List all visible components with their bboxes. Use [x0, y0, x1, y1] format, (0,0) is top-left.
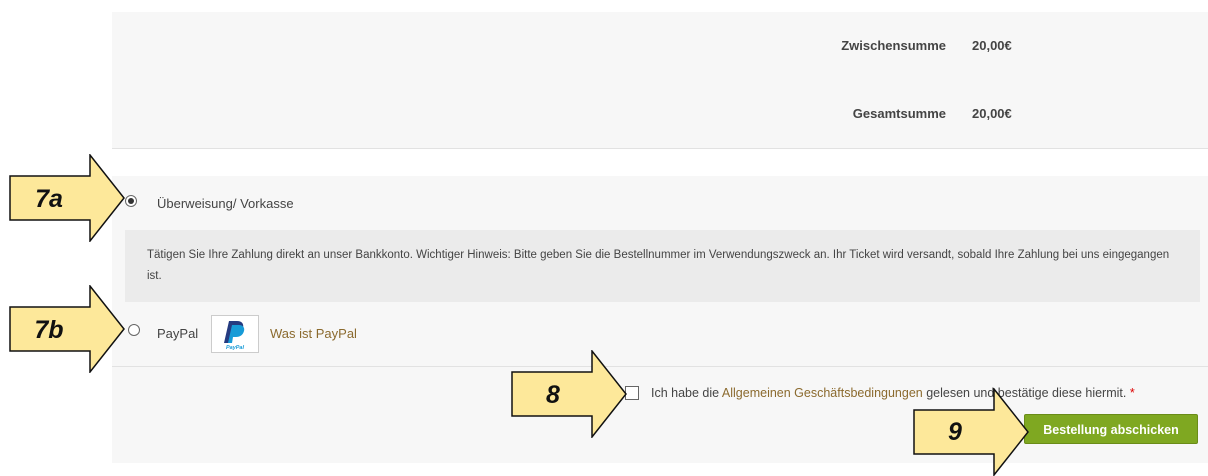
terms-prefix: Ich habe die — [651, 386, 722, 400]
subtotal-label: Zwischensumme — [841, 38, 946, 53]
callout-label-7b: 7b — [34, 316, 64, 344]
paypal-logo: PayPal — [211, 315, 259, 353]
terms-link[interactable]: Allgemeinen Geschäftsbedingungen — [722, 386, 923, 400]
terms-text: Ich habe die Allgemeinen Geschäftsbeding… — [651, 386, 1135, 400]
subtotal-value: 20,00€ — [972, 38, 1012, 53]
callout-label-9: 9 — [948, 418, 962, 446]
callout-label-8: 8 — [546, 381, 560, 409]
what-is-paypal-link[interactable]: Was ist PayPal — [270, 326, 357, 341]
bank-transfer-radio[interactable] — [125, 195, 137, 207]
required-marker: * — [1129, 386, 1135, 400]
submit-order-button[interactable]: Bestellung abschicken — [1024, 414, 1198, 444]
total-value: 20,00€ — [972, 106, 1012, 121]
subtotal-row: Zwischensumme 20,00€ — [112, 12, 1208, 81]
total-label: Gesamtsumme — [852, 106, 946, 121]
paypal-radio[interactable] — [128, 324, 140, 336]
bank-transfer-description: Tätigen Sie Ihre Zahlung direkt an unser… — [125, 230, 1200, 302]
bank-transfer-label[interactable]: Überweisung/ Vorkasse — [157, 196, 294, 211]
paypal-logo-text: PayPal — [226, 345, 245, 351]
callout-label-7a: 7a — [35, 185, 63, 213]
paypal-label[interactable]: PayPal — [157, 326, 198, 341]
total-row: Gesamtsumme 20,00€ — [112, 80, 1208, 149]
bank-transfer-description-text: Tätigen Sie Ihre Zahlung direkt an unser… — [147, 249, 1170, 282]
paypal-logo-icon: PayPal — [224, 321, 245, 351]
